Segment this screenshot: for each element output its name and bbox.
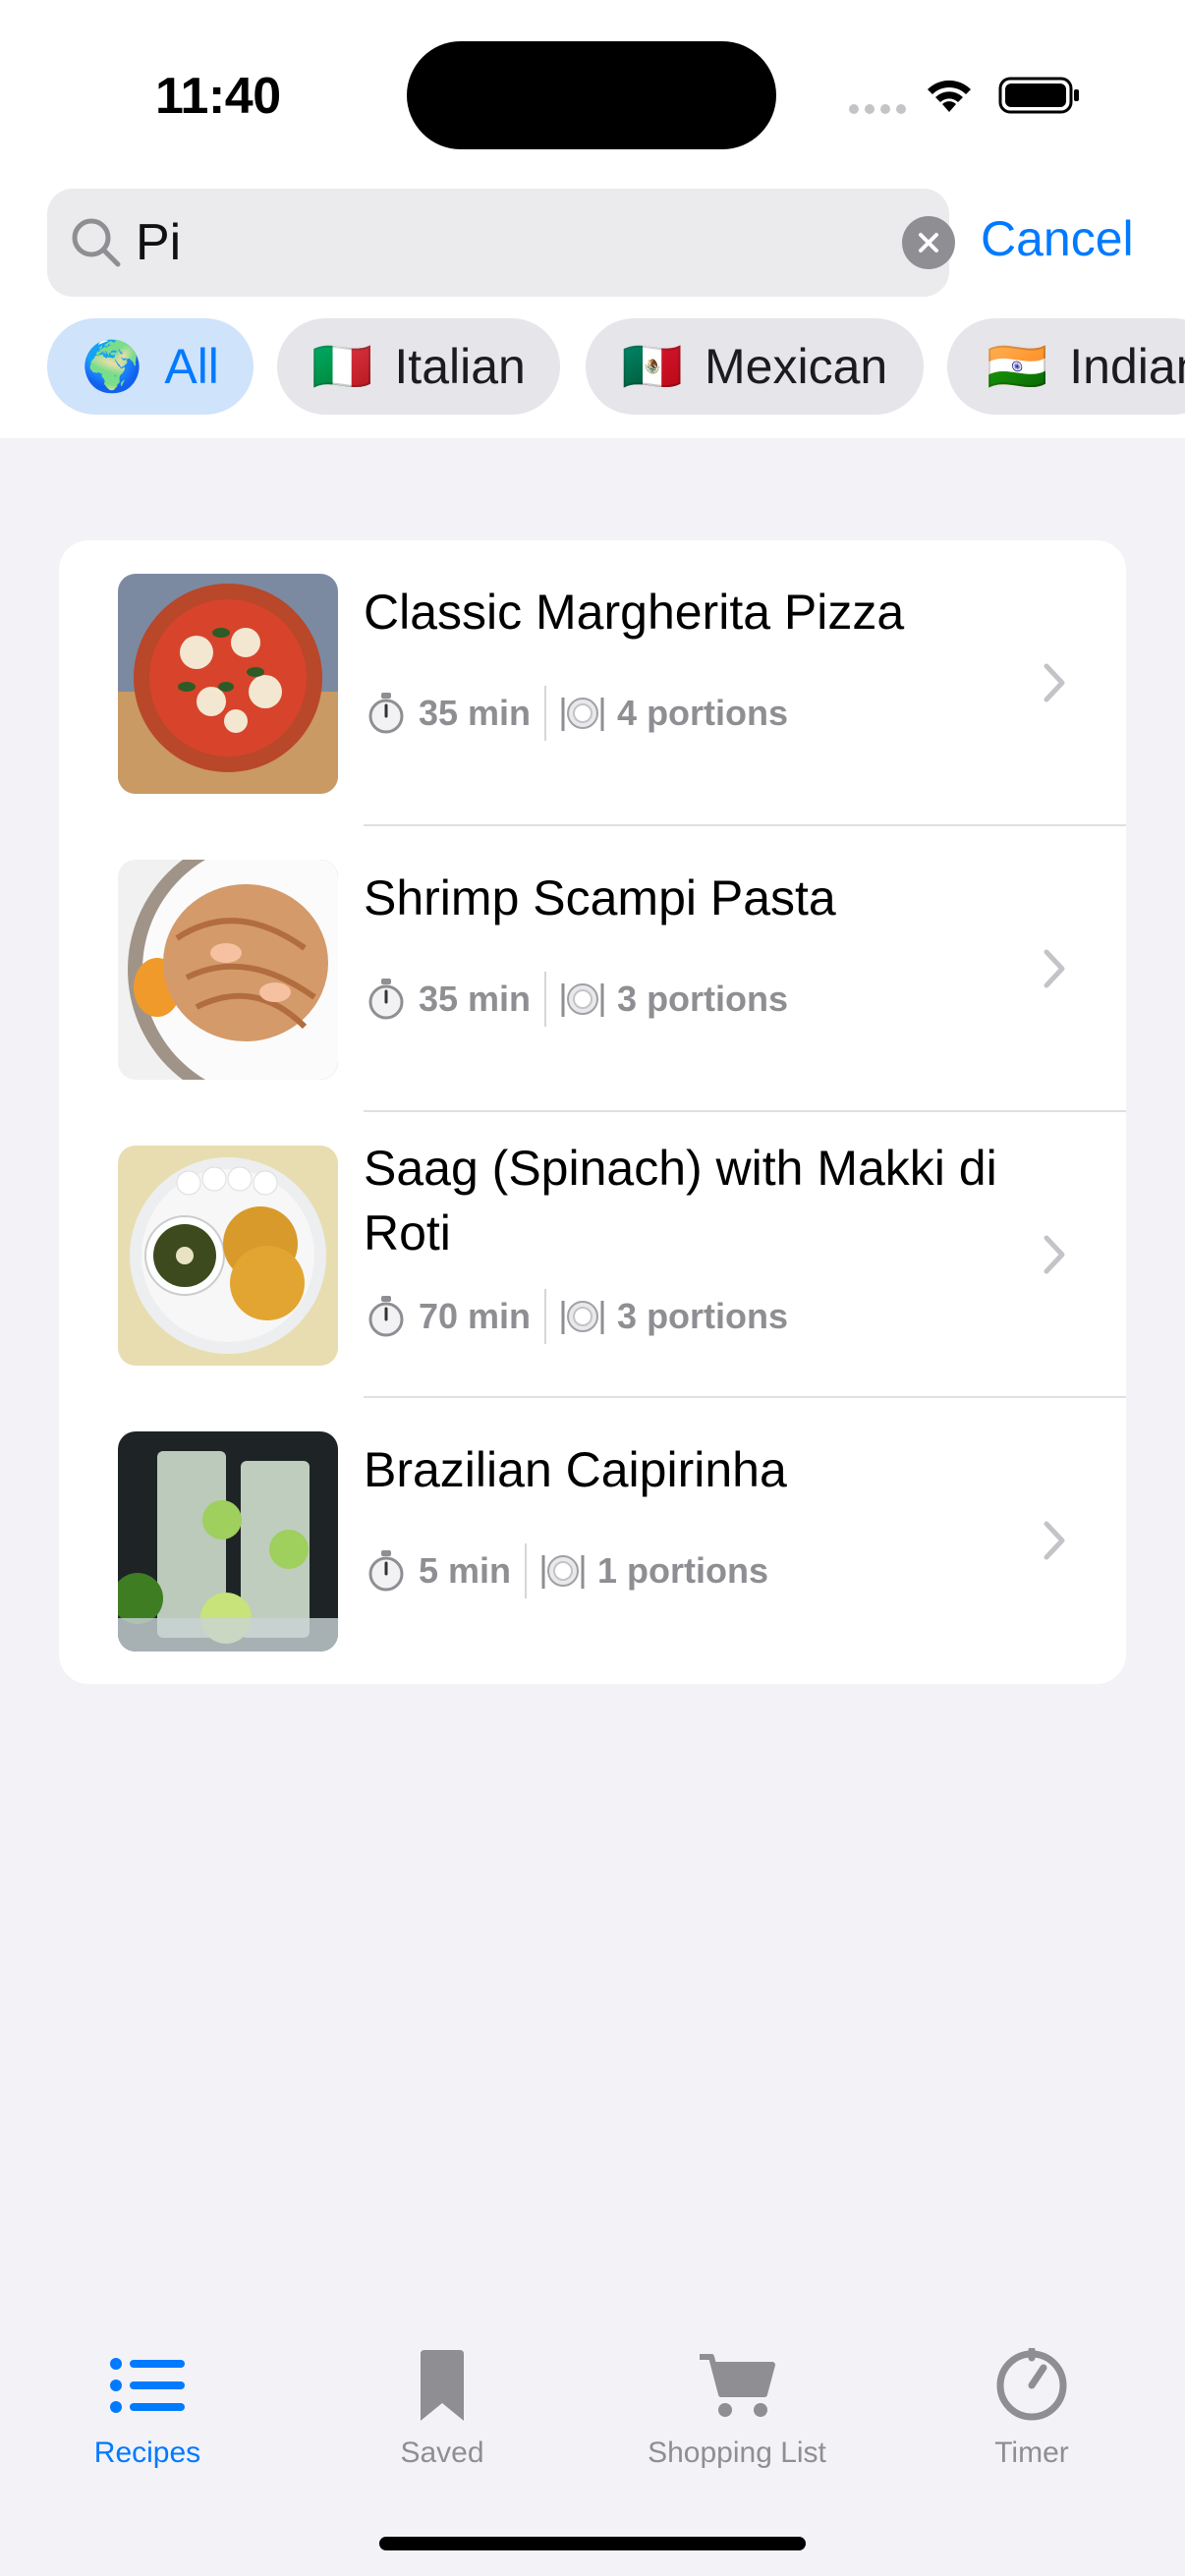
tab-saved[interactable]: Saved (295, 2346, 590, 2470)
stopwatch-icon (368, 1550, 404, 1592)
top-bar: 11:40 Cancel 🌍 All 🇮🇹 Ital (0, 0, 1185, 438)
stopwatch-icon (368, 693, 404, 734)
recipe-time: 5 min (419, 1550, 512, 1591)
italy-flag-icon: 🇮🇹 (311, 338, 373, 394)
recipe-portions: 1 portions (597, 1550, 769, 1591)
recipe-image-saag (118, 1146, 338, 1366)
mexico-flag-icon: 🇲🇽 (621, 338, 684, 394)
plate-icon (561, 983, 604, 1017)
filter-label: Indian (1069, 339, 1185, 394)
recipe-portions: 4 portions (617, 693, 789, 733)
recipe-time: 35 min (419, 979, 532, 1019)
recipe-row[interactable]: Classic Margherita Pizza 35 min 4 portio… (59, 540, 1126, 826)
close-icon (919, 233, 938, 252)
timer-icon (996, 2348, 1067, 2421)
search-input[interactable] (136, 210, 902, 275)
filter-label: Mexican (705, 339, 888, 394)
recipe-row[interactable]: Saag (Spinach) with Makki di Roti 70 min… (59, 1112, 1126, 1398)
battery-icon (998, 77, 1079, 114)
recipe-image-pasta (118, 860, 338, 1080)
chevron-right-icon (1044, 1235, 1065, 1274)
tab-bar: Recipes Saved Shopping List Timer (0, 2299, 1185, 2576)
recipe-meta: 35 min 3 portions (366, 972, 788, 1027)
dynamic-island (407, 41, 776, 149)
cellular-signal-icon (849, 104, 906, 114)
search-icon (72, 218, 121, 267)
filter-chip-italian[interactable]: 🇮🇹 Italian (277, 318, 560, 415)
recipe-meta: 70 min 3 portions (366, 1289, 788, 1344)
home-indicator (379, 2537, 806, 2550)
recipe-row[interactable]: Brazilian Caipirinha 5 min 1 portions (59, 1398, 1126, 1684)
india-flag-icon: 🇮🇳 (987, 338, 1048, 394)
list-icon (110, 2358, 185, 2413)
recipe-meta: 5 min 1 portions (366, 1543, 768, 1598)
filter-chip-all[interactable]: 🌍 All (47, 318, 254, 415)
tab-shopping-list[interactable]: Shopping List (590, 2346, 884, 2470)
filter-label: All (164, 339, 219, 394)
tab-label: Recipes (93, 2436, 201, 2469)
cart-icon (700, 2354, 775, 2417)
chevron-right-icon (1044, 663, 1065, 702)
tab-label: Saved (400, 2436, 484, 2469)
recipe-portions: 3 portions (617, 979, 789, 1019)
plate-icon (561, 698, 604, 731)
wifi-icon (928, 80, 971, 112)
filter-chip-mexican[interactable]: 🇲🇽 Mexican (586, 318, 924, 415)
globe-icon: 🌍 (82, 338, 143, 394)
chevron-right-icon (1044, 1521, 1065, 1560)
recipe-title: Saag (Spinach) with Makki di Roti (364, 1141, 997, 1260)
recipe-list: Classic Margherita Pizza 35 min 4 portio… (59, 540, 1126, 1684)
recipe-image-pizza (118, 574, 338, 794)
recipe-title: Shrimp Scampi Pasta (364, 870, 836, 925)
plate-icon (541, 1555, 585, 1589)
status-time: 11:40 (155, 68, 281, 125)
recipe-row[interactable]: Shrimp Scampi Pasta 35 min 3 portions (59, 826, 1126, 1112)
tab-recipes[interactable]: Recipes (0, 2346, 295, 2470)
stopwatch-icon (368, 1296, 404, 1337)
recipe-time: 70 min (419, 1296, 532, 1336)
recipe-meta: 35 min 4 portions (366, 686, 788, 741)
chevron-right-icon (1044, 949, 1065, 988)
plate-icon (561, 1301, 604, 1334)
filter-label: Italian (394, 339, 526, 394)
stopwatch-icon (368, 979, 404, 1020)
recipe-title: Brazilian Caipirinha (364, 1442, 787, 1497)
recipe-time: 35 min (419, 693, 532, 733)
recipe-image-caipirinha (118, 1431, 338, 1652)
tab-label: Timer (994, 2436, 1069, 2469)
filter-chip-indian[interactable]: 🇮🇳 Indian (947, 318, 1185, 415)
cancel-button[interactable]: Cancel (981, 210, 1134, 267)
tab-timer[interactable]: Timer (884, 2346, 1179, 2470)
search-field[interactable] (47, 189, 955, 297)
recipe-title: Classic Margherita Pizza (364, 585, 905, 640)
bookmark-icon (421, 2350, 464, 2421)
tab-label: Shopping List (648, 2436, 826, 2469)
recipe-portions: 3 portions (617, 1296, 789, 1336)
clear-search-button[interactable] (902, 216, 955, 269)
